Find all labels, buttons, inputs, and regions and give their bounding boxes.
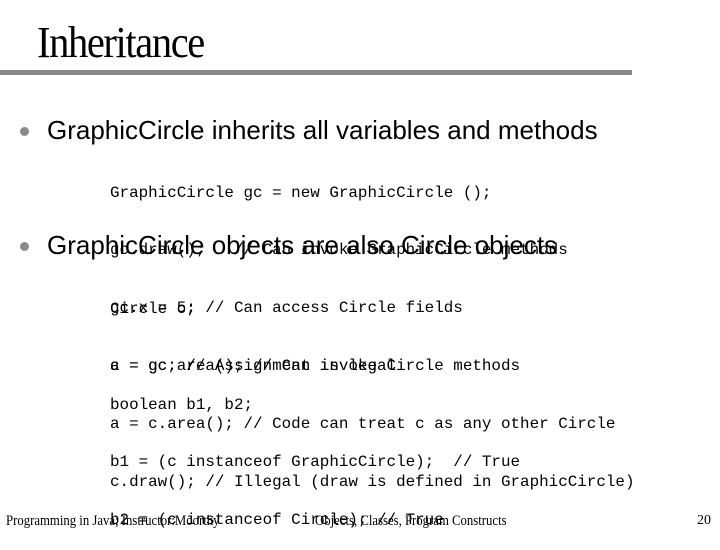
footer-topic: Objects, Classes, Program Constructs [315, 513, 507, 529]
footer-course: Programming in Java; Instructor:Moorthy [6, 513, 220, 529]
bullet-icon [20, 127, 29, 136]
title-divider [0, 70, 632, 75]
code-line: Circle c; [110, 299, 196, 318]
bullet-text: GraphicCircle inherits all variables and… [47, 115, 598, 145]
bullet-text: GraphicCircle objects are also Circle ob… [47, 230, 558, 260]
slide-title: Inheritance [37, 18, 205, 67]
code-line: GraphicCircle gc = new GraphicCircle (); [110, 183, 492, 202]
code-line: b1 = (c instanceof GraphicCircle); // Tr… [110, 453, 521, 472]
bullet-icon [20, 242, 29, 251]
page-number: 20 [697, 513, 711, 528]
code-line: boolean b1, b2; [110, 395, 254, 414]
